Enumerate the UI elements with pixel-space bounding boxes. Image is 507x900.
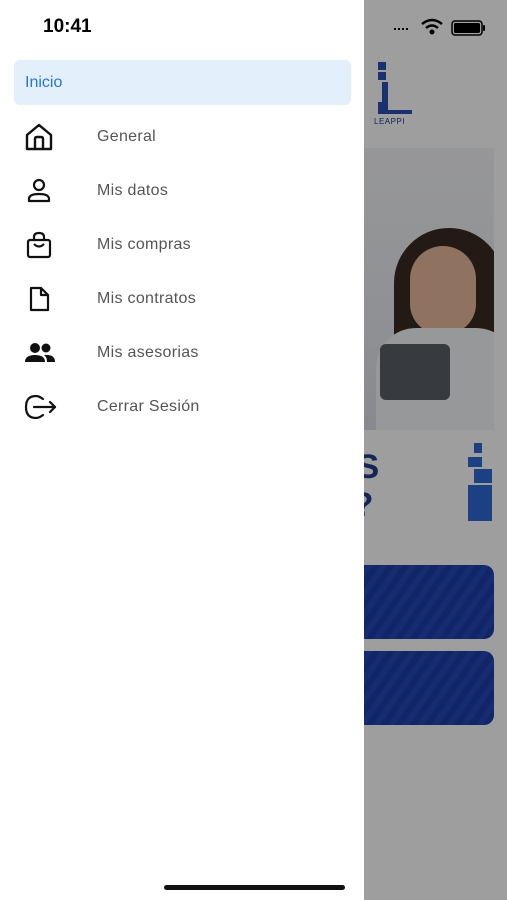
drawer-item-mis-contratos[interactable]: Mis contratos (14, 277, 351, 321)
document-icon (14, 277, 66, 321)
drawer-item-mis-asesorias[interactable]: Mis asesorias (14, 331, 351, 375)
user-icon (14, 169, 66, 213)
logout-icon (14, 385, 66, 429)
drawer-item-label: Mis contratos (97, 290, 197, 307)
drawer-item-label: General (97, 128, 157, 145)
home-icon (14, 115, 66, 159)
group-icon (14, 331, 66, 375)
home-indicator[interactable] (164, 885, 345, 890)
drawer-item-label: Mis compras (97, 236, 191, 253)
drawer-item-mis-datos[interactable]: Mis datos (14, 169, 351, 213)
shopping-bag-icon (14, 223, 66, 267)
drawer-item-label: Mis asesorias (97, 344, 199, 361)
drawer-item-general[interactable]: General (14, 115, 351, 159)
drawer-item-mis-compras[interactable]: Mis compras (14, 223, 351, 267)
drawer-item-label: Mis datos (97, 182, 169, 199)
navigation-drawer: 10:41 Inicio General Mis datos Mis compr… (0, 0, 364, 900)
drawer-item-inicio[interactable]: Inicio (14, 60, 351, 105)
drawer-item-label: Cerrar Sesión (97, 398, 200, 415)
drawer-item-cerrar-sesion[interactable]: Cerrar Sesión (14, 385, 351, 429)
status-time: 10:41 (43, 16, 92, 37)
drawer-item-label: Inicio (25, 73, 63, 91)
